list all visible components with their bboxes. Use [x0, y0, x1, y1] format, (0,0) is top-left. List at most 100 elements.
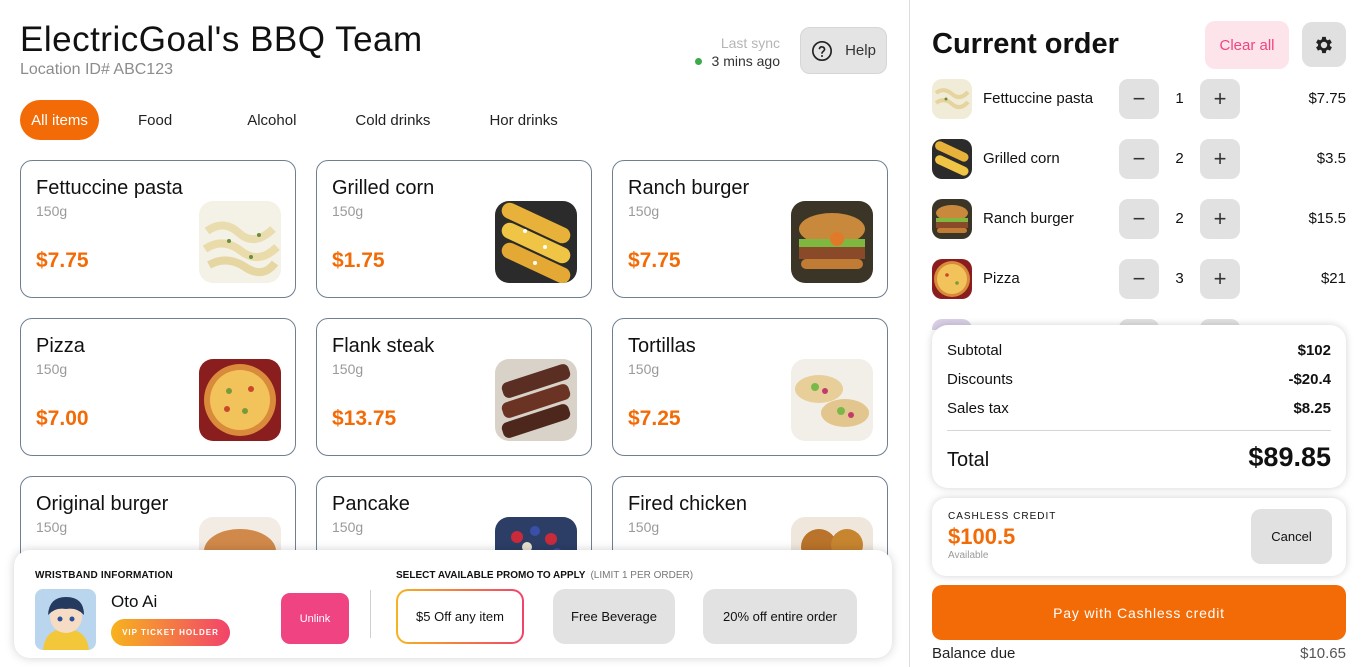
decrease-quantity-button[interactable]: − [1119, 259, 1159, 299]
tab-cold-drinks[interactable]: Cold drinks [345, 100, 440, 140]
unlink-button[interactable]: Unlink [281, 593, 349, 644]
discounts-label: Discounts [947, 371, 1013, 388]
divider [947, 430, 1331, 431]
menu-item-card[interactable]: Grilled corn 150g $1.75 [316, 160, 592, 298]
order-item-row: Ranch burger − 2 + $15.5 [932, 199, 1346, 239]
decrease-quantity-button[interactable]: − [1119, 139, 1159, 179]
increase-quantity-button[interactable]: + [1200, 259, 1240, 299]
promo-free-beverage-button[interactable]: Free Beverage [553, 589, 675, 644]
menu-item-name: Ranch burger [628, 177, 750, 199]
menu-item-card[interactable]: Tortillas 150g $7.25 [612, 318, 888, 456]
settings-button[interactable] [1302, 22, 1346, 67]
subtotal-label: Subtotal [947, 342, 1003, 359]
menu-item-card[interactable]: Ranch burger 150g $7.75 [612, 160, 888, 298]
increase-quantity-button[interactable]: + [1200, 79, 1240, 119]
discounts-value: -$20.4 [1288, 371, 1331, 388]
order-item-row: Grilled corn − 2 + $3.5 [932, 139, 1346, 179]
menu-item-name: Pancake [332, 493, 410, 515]
menu-item-weight: 150g [628, 361, 660, 377]
vip-ticket-badge: VIP TICKET HOLDER [111, 619, 230, 646]
sync-online-dot-icon [694, 57, 702, 65]
help-button[interactable]: Help [800, 27, 887, 74]
quantity-value: 2 [1175, 150, 1184, 167]
menu-item-price: $7.75 [36, 249, 89, 272]
menu-item-card[interactable]: Pizza 150g $7.00 [20, 318, 296, 456]
sync-status: Last sync 3 mins ago [660, 35, 780, 69]
menu-item-weight: 150g [332, 519, 364, 535]
divider [370, 590, 371, 638]
order-item-row: Pizza − 3 + $21 [932, 259, 1346, 299]
gear-icon [1316, 36, 1332, 53]
promo-5-off-button[interactable]: $5 Off any item [396, 589, 524, 644]
menu-item-weight: 150g [36, 203, 68, 219]
help-label: Help [845, 42, 876, 59]
pizza-image-icon [199, 359, 281, 441]
menu-item-name: Grilled corn [332, 177, 435, 199]
pay-with-cashless-button[interactable]: Pay with Cashless credit [932, 585, 1346, 640]
menu-item-weight: 150g [36, 519, 68, 535]
menu-item-name: Tortillas [628, 335, 696, 357]
total-label: Total [947, 449, 990, 471]
avatar [35, 589, 96, 650]
burger-image-icon [791, 201, 873, 283]
order-item-price: $15.5 [1308, 210, 1346, 227]
sales-tax-value: $8.25 [1293, 400, 1331, 417]
subtotal-row: Subtotal $102 [947, 342, 1331, 359]
tab-hot-drinks[interactable]: Hor drinks [479, 100, 567, 140]
menu-panel: ElectricGoal's BBQ Team Location ID# ABC… [0, 0, 910, 667]
decrease-quantity-button[interactable]: − [1119, 199, 1159, 239]
menu-item-weight: 150g [628, 203, 660, 219]
sync-time: 3 mins ago [711, 53, 780, 69]
menu-item-name: Pizza [36, 335, 85, 357]
menu-item-name: Fired chicken [628, 493, 747, 515]
wristband-panel: WRISTBAND INFORMATION Oto Ai VIP TICKET … [14, 550, 892, 658]
clear-all-button[interactable]: Clear all [1205, 21, 1289, 69]
menu-item-price: $7.75 [628, 249, 681, 272]
discounts-row: Discounts -$20.4 [947, 371, 1331, 388]
cashless-credit-label: CASHLESS CREDIT [948, 511, 1057, 522]
quantity-value: 3 [1175, 270, 1184, 287]
team-title: ElectricGoal's BBQ Team [20, 20, 423, 59]
menu-item-card[interactable]: Fettuccine pasta 150g $7.75 [20, 160, 296, 298]
sales-tax-row: Sales tax $8.25 [947, 400, 1331, 417]
wristband-holder-name: Oto Ai [111, 592, 158, 611]
increase-quantity-button[interactable]: + [1200, 199, 1240, 239]
menu-item-name: Original burger [36, 493, 169, 515]
wristband-label: WRISTBAND INFORMATION [35, 570, 173, 581]
menu-item-weight: 150g [332, 203, 364, 219]
order-item-price: $7.75 [1308, 90, 1346, 107]
order-item-price: $3.5 [1316, 150, 1346, 167]
subtotal-value: $102 [1297, 342, 1331, 359]
menu-item-name: Flank steak [332, 335, 435, 357]
tortillas-image-icon [791, 359, 873, 441]
increase-quantity-button[interactable]: + [1200, 139, 1240, 179]
quantity-value: 1 [1175, 90, 1184, 107]
order-item-price: $21 [1320, 270, 1346, 287]
menu-item-price: $1.75 [332, 249, 385, 272]
menu-item-card[interactable]: Flank steak 150g $13.75 [316, 318, 592, 456]
tab-all-items[interactable]: All items [20, 100, 99, 140]
promo-label: SELECT AVAILABLE PROMO TO APPLY (LIMIT 1 … [396, 570, 694, 581]
menu-item-weight: 150g [628, 519, 660, 535]
decrease-quantity-button[interactable]: − [1119, 79, 1159, 119]
promo-20-off-button[interactable]: 20% off entire order [703, 589, 857, 644]
cashless-credit-available: Available [948, 550, 989, 561]
tab-food[interactable]: Food [128, 100, 182, 140]
balance-due-row: Balance due $10.65 [932, 645, 1346, 662]
cashless-credit-card: CASHLESS CREDIT $100.5 Available Cancel [932, 498, 1346, 576]
tab-alcohol[interactable]: Alcohol [237, 100, 306, 140]
pasta-image-icon [932, 79, 972, 119]
total-value: $89.85 [1248, 442, 1331, 472]
order-item-row: Fettuccine pasta − 1 + $7.75 [932, 79, 1346, 119]
menu-item-name: Fettuccine pasta [36, 177, 183, 199]
balance-due-value: $10.65 [1300, 645, 1346, 662]
order-item-name: Grilled corn [983, 150, 1060, 167]
question-circle-icon [812, 40, 833, 61]
promo-limit: (LIMIT 1 PER ORDER) [590, 570, 694, 581]
cancel-button[interactable]: Cancel [1251, 509, 1332, 564]
category-tabs: All items Food Alcohol Cold drinks Hor d… [20, 100, 568, 140]
cashless-credit-amount: $100.5 [948, 524, 1016, 549]
corn-image-icon [932, 139, 972, 179]
order-title: Current order [932, 28, 1119, 60]
menu-item-price: $13.75 [332, 407, 397, 430]
